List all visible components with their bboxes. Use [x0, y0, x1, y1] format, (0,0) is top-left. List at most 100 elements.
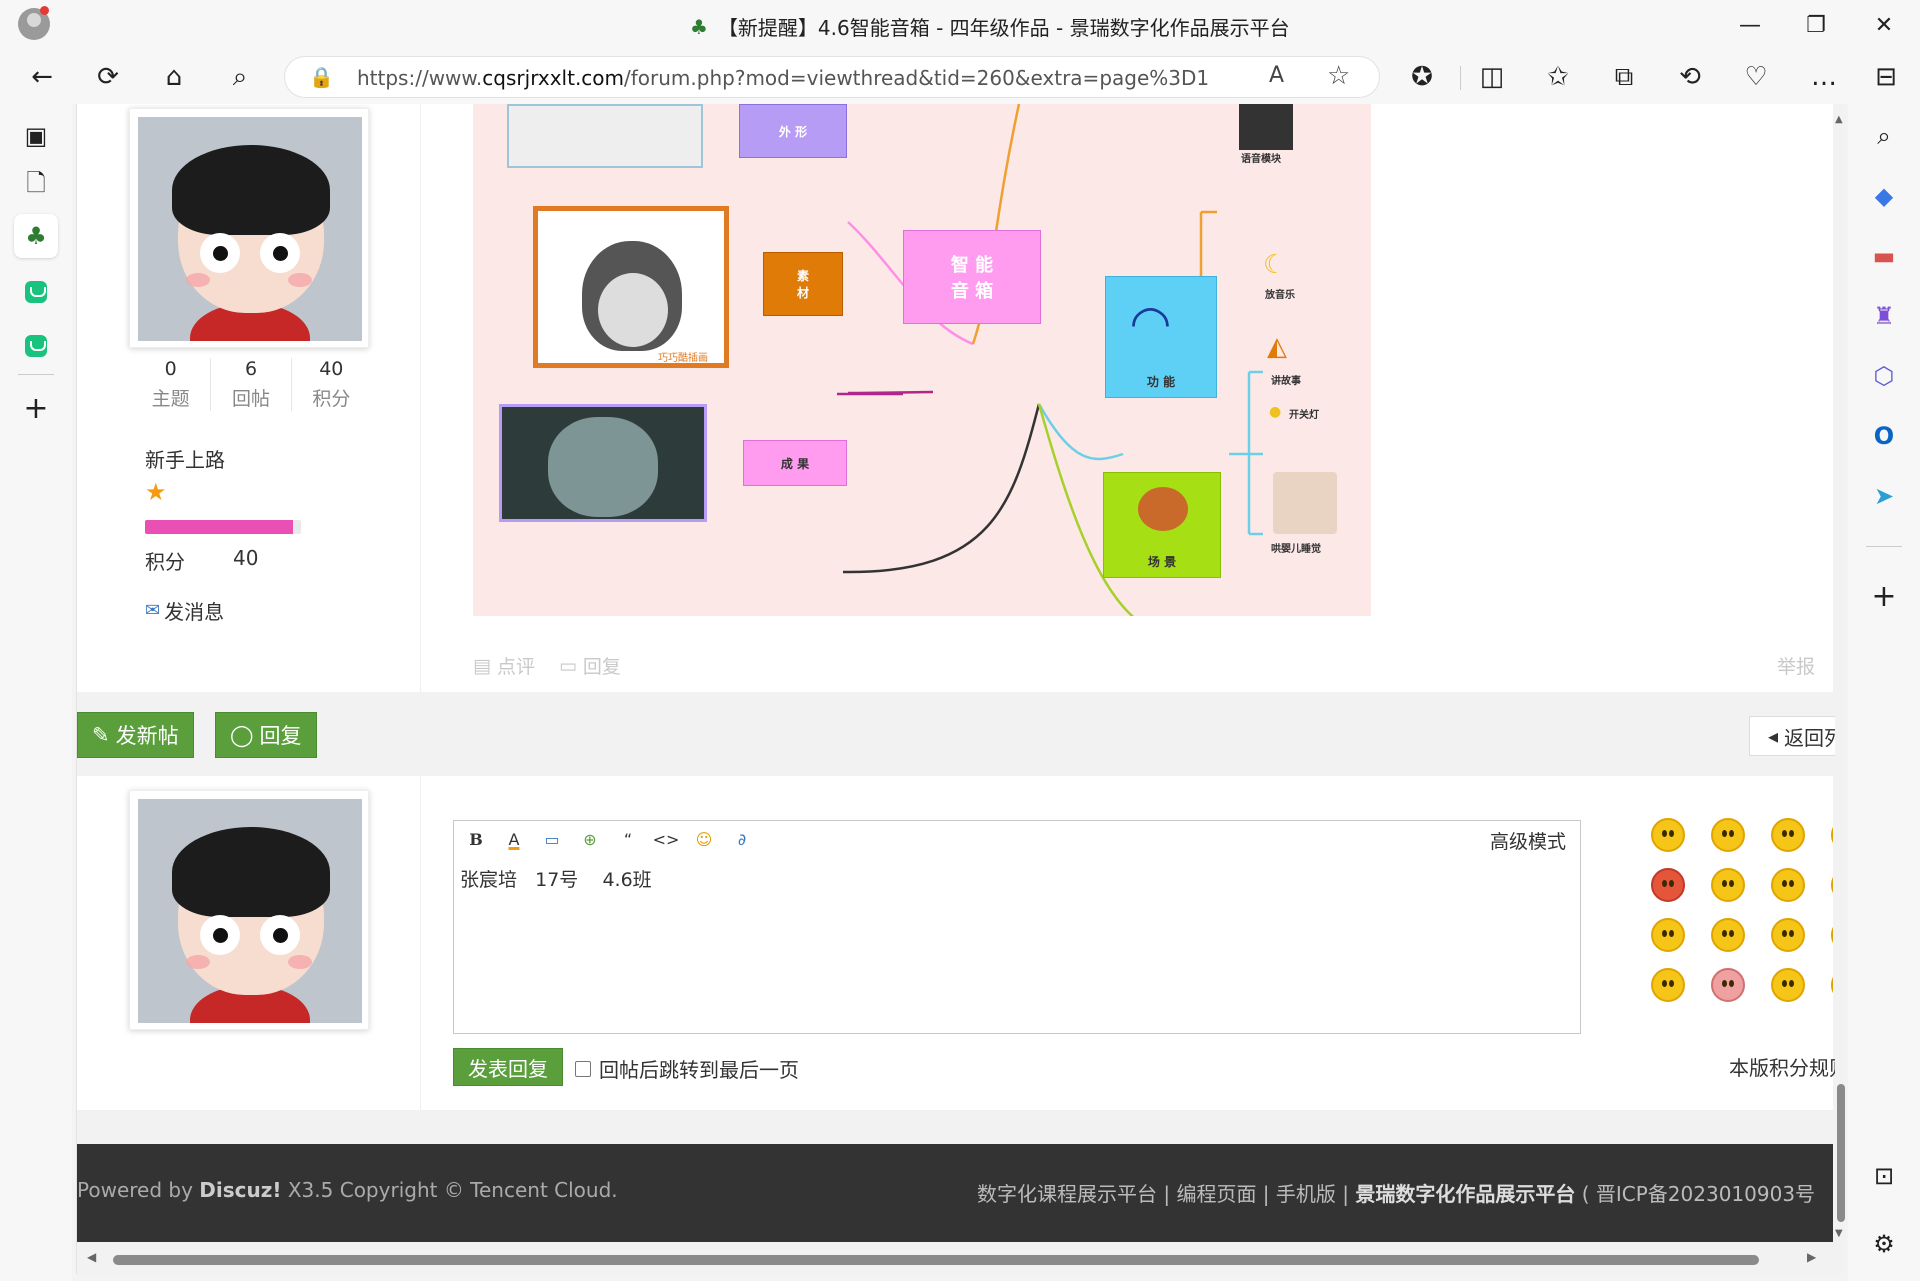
back-icon[interactable]: ←	[22, 59, 62, 95]
reply-button[interactable]: ◯ 回复	[215, 712, 317, 758]
points-rules-link[interactable]: 本版积分规则	[1729, 1052, 1846, 1081]
sweat-emoji-icon[interactable]	[1771, 968, 1805, 1002]
cry-emoji-icon[interactable]	[1771, 918, 1805, 952]
settings-icon[interactable]: ⚙	[1862, 1222, 1906, 1266]
lock-icon[interactable]: 🔒	[309, 65, 334, 89]
split-screen-icon[interactable]: ◫	[1472, 59, 1512, 95]
angry-emoji-icon[interactable]	[1651, 868, 1685, 902]
site-tab-icon[interactable]: ♣	[14, 214, 58, 258]
laugh-emoji-icon[interactable]	[1831, 818, 1833, 852]
discuz-link[interactable]: Discuz!	[199, 1178, 281, 1202]
smiley-icon[interactable]: ☺	[690, 825, 718, 853]
minimize-button[interactable]: —	[1730, 8, 1770, 42]
collections-icon[interactable]: ⧉	[1604, 59, 1644, 95]
confused-emoji-icon[interactable]	[1711, 868, 1745, 902]
teeth-emoji-icon[interactable]	[1831, 918, 1833, 952]
happy-emoji-icon[interactable]	[1771, 868, 1805, 902]
report-link[interactable]: 举报	[1777, 652, 1815, 679]
browser-health-icon[interactable]: ♡	[1736, 59, 1776, 95]
sidebar-toggle-icon[interactable]: ⊟	[1866, 59, 1906, 95]
history-icon[interactable]: ⟲	[1670, 59, 1710, 95]
send-icon[interactable]: ➤	[1862, 474, 1906, 518]
add-sidebar-app-icon[interactable]: +	[1862, 574, 1906, 618]
app-tab-icon[interactable]	[14, 270, 58, 314]
sleepy-emoji-icon[interactable]	[1831, 968, 1833, 1002]
quote-button[interactable]: “	[614, 825, 642, 853]
user-rank[interactable]: 新手上路	[145, 444, 225, 473]
favorites-icon[interactable]: ✩	[1538, 59, 1578, 95]
code-button[interactable]: <>	[652, 825, 680, 853]
author-avatar[interactable]	[129, 108, 369, 348]
refresh-icon[interactable]: ⟳	[88, 59, 128, 95]
footer-nav-links[interactable]: 数字化课程展示平台 | 编程页面 | 手机版 |	[977, 1182, 1355, 1206]
footer-site-name[interactable]: 景瑞数字化作品展示平台	[1355, 1182, 1575, 1206]
close-window-button[interactable]: ✕	[1864, 8, 1904, 42]
horizontal-scroll-thumb[interactable]	[113, 1255, 1759, 1265]
horizontal-scrollbar[interactable]: ◀ ▶	[77, 1248, 1846, 1270]
browser-toolbar: ← ⟳ ⌂ ⌕ 🔒 https://www.cqsrjrxxlt.com/for…	[0, 50, 1920, 104]
url-text[interactable]: https://www.cqsrjrxxlt.com/forum.php?mod…	[357, 66, 1209, 90]
app-tab-icon-2[interactable]	[14, 324, 58, 368]
font-color-button[interactable]: A	[500, 825, 528, 853]
shocked-emoji-icon[interactable]	[1711, 968, 1745, 1002]
scroll-down-icon[interactable]: ▼	[1835, 1228, 1843, 1239]
comment-icon: ▤	[473, 654, 491, 677]
address-bar[interactable]: 🔒 https://www.cqsrjrxxlt.com/forum.php?m…	[284, 56, 1380, 98]
screenshot-icon[interactable]: ⊡	[1862, 1154, 1906, 1198]
tongue-emoji-icon[interactable]	[1711, 918, 1745, 952]
scroll-right-icon[interactable]: ▶	[1807, 1250, 1816, 1264]
add-tab-icon[interactable]: +	[14, 386, 58, 430]
current-user-avatar[interactable]	[129, 790, 369, 1030]
send-message-link[interactable]: ✉ 发消息	[145, 596, 224, 625]
smile-emoji-icon[interactable]	[1651, 818, 1685, 852]
grin-emoji-icon[interactable]	[1771, 818, 1805, 852]
bold-button[interactable]: B	[462, 825, 490, 853]
stat-points[interactable]: 40 积分	[292, 358, 371, 411]
chess-icon[interactable]: ♜	[1862, 294, 1906, 338]
favorite-star-icon[interactable]: ☆	[1327, 61, 1350, 91]
briefcase-icon[interactable]: ▬	[1862, 234, 1906, 278]
toolbar-divider	[1460, 66, 1461, 90]
reply-link[interactable]: ▭ 回复	[559, 652, 621, 679]
wink-emoji-icon[interactable]	[1651, 918, 1685, 952]
microsoft365-icon[interactable]: ⬡	[1862, 354, 1906, 398]
stat-replies[interactable]: 6 回帖	[211, 358, 292, 411]
vertical-scroll-thumb[interactable]	[1837, 1084, 1845, 1222]
sidebar-search-icon[interactable]: ⌕	[1862, 114, 1906, 158]
new-post-button[interactable]: ✎ 发新帖	[77, 712, 194, 758]
outlook-icon[interactable]: O	[1862, 414, 1906, 458]
link-icon[interactable]: ⊕	[576, 825, 604, 853]
notification-dot	[40, 6, 49, 15]
search-icon[interactable]: ⌕	[220, 59, 260, 95]
shy-emoji-icon[interactable]	[1651, 968, 1685, 1002]
stat-threads[interactable]: 0 主题	[131, 358, 212, 411]
cool-emoji-icon[interactable]	[1831, 868, 1833, 902]
attachment-icon[interactable]: ∂	[728, 825, 756, 853]
comment-link[interactable]: ▤ 点评	[473, 652, 535, 679]
read-aloud-icon[interactable]: A	[1269, 63, 1284, 88]
back-to-list-button[interactable]: ◂ 返回列表	[1749, 716, 1846, 756]
page-icon[interactable]: 🗋	[14, 164, 58, 208]
extensions-icon[interactable]: ✪	[1402, 59, 1442, 95]
scroll-left-icon[interactable]: ◀	[87, 1250, 96, 1264]
more-menu-icon[interactable]: …	[1804, 59, 1844, 95]
restore-button[interactable]: ❐	[1796, 8, 1836, 42]
submit-reply-button[interactable]: 发表回复	[453, 1048, 563, 1086]
avatar-eye	[200, 233, 240, 273]
scroll-up-icon[interactable]: ▲	[1835, 114, 1843, 125]
image-icon[interactable]: ▭	[538, 825, 566, 853]
mindmap-label-light-switch: 开关灯	[1289, 410, 1319, 421]
tag-icon[interactable]: ◆	[1862, 174, 1906, 218]
jump-last-page-option[interactable]: 回帖后跳转到最后一页	[575, 1054, 799, 1083]
icp-link[interactable]: ( 晋ICP备2023010903号	[1575, 1182, 1815, 1206]
home-icon[interactable]: ⌂	[154, 59, 194, 95]
reply-editor[interactable]: B A ▭ ⊕ “ <> ☺ ∂ 高级模式 张宸培 17号 4.6班	[453, 820, 1581, 1034]
sad-emoji-icon[interactable]	[1711, 818, 1745, 852]
jump-last-page-checkbox[interactable]	[575, 1060, 591, 1077]
vertical-scrollbar[interactable]: ▲ ▼	[1835, 104, 1846, 1244]
mindmap-label-storytelling: 讲故事	[1271, 376, 1301, 387]
advanced-mode-link[interactable]: 高级模式	[1490, 827, 1566, 854]
tab-actions-icon[interactable]: ▣	[14, 114, 58, 158]
pizza-icon: ◭	[1267, 332, 1287, 362]
reply-text[interactable]: 张宸培 17号 4.6班	[460, 865, 652, 892]
